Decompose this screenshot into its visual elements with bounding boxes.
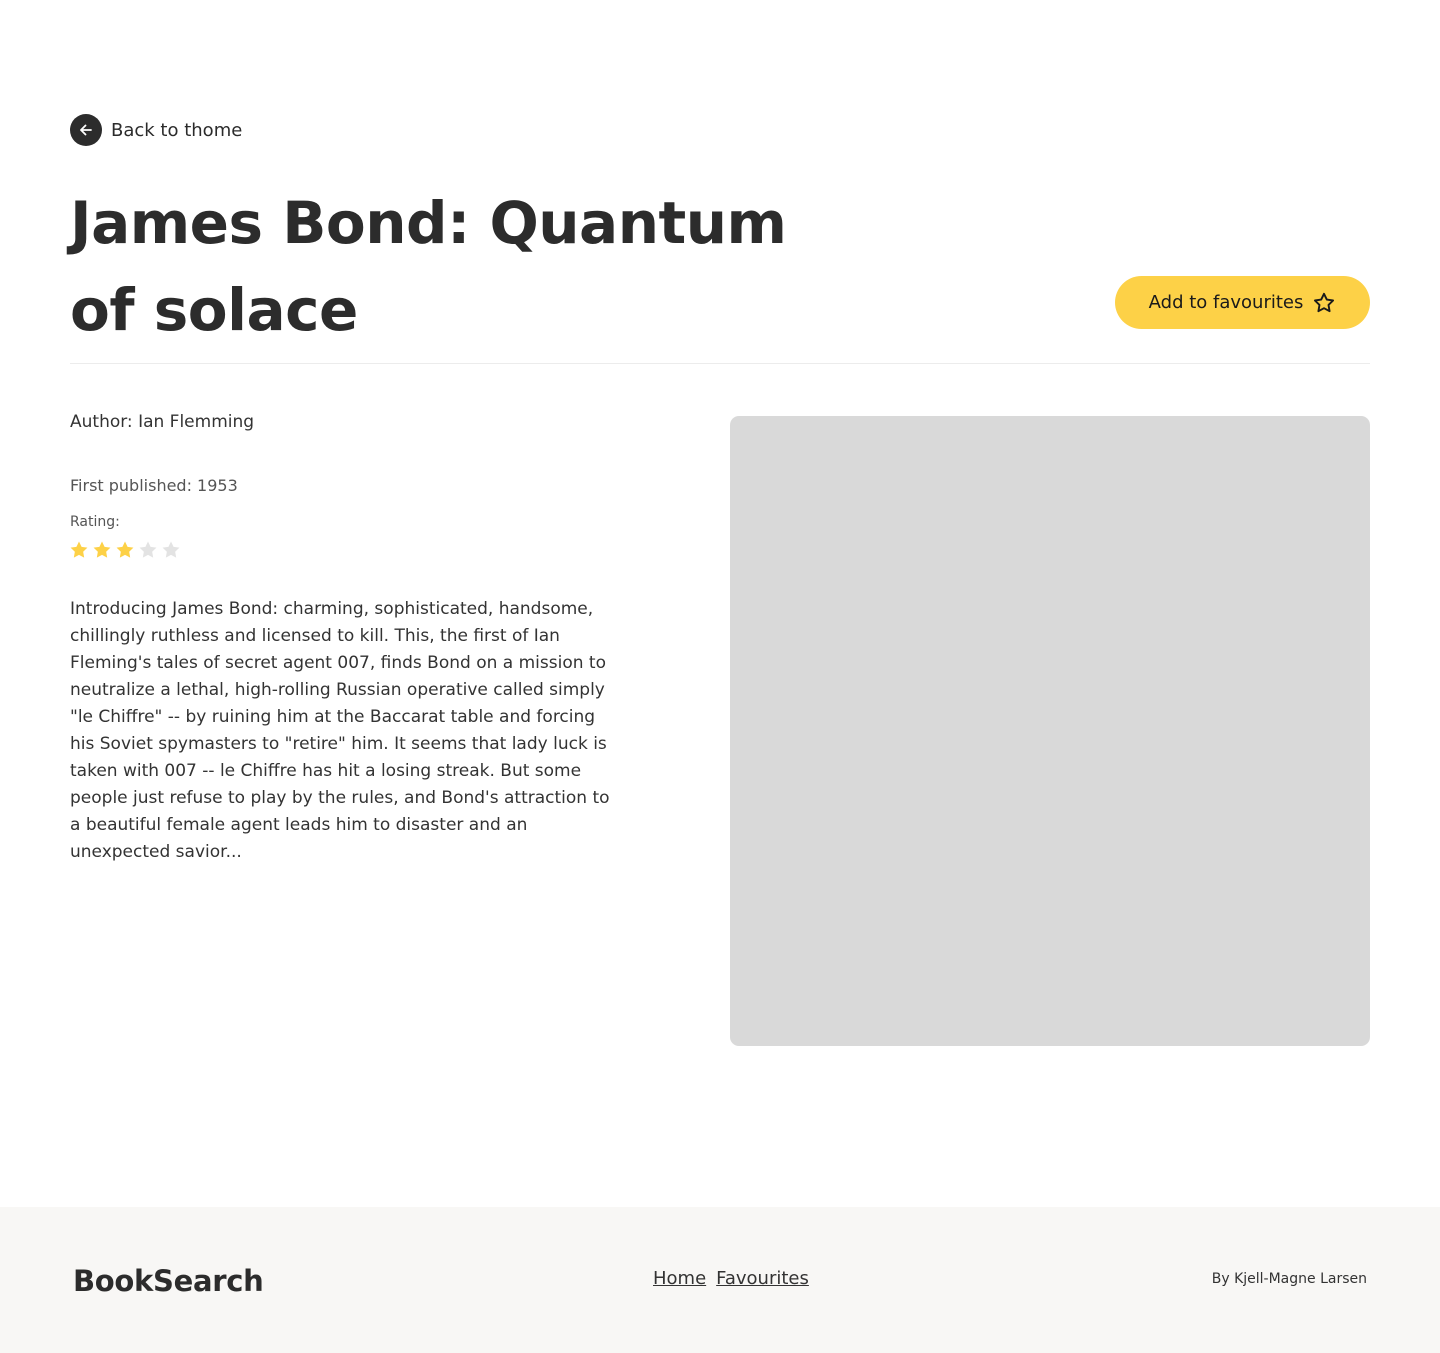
star-filled-icon: [93, 541, 111, 558]
footer-credit: By Kjell-Magne Larsen: [1211, 1271, 1367, 1287]
back-to-home-link[interactable]: Back to thome: [70, 114, 242, 146]
arrow-left-icon: [70, 114, 102, 146]
favourite-button-label: Add to favourites: [1148, 292, 1304, 313]
star-filled-icon: [70, 541, 88, 558]
footer-link-home[interactable]: Home: [653, 1268, 706, 1289]
back-link-label: Back to thome: [111, 119, 243, 141]
star-filled-icon: [116, 541, 134, 558]
first-published: First published: 1953: [70, 476, 238, 495]
footer-nav: Home Favourites: [653, 1268, 809, 1289]
add-to-favourites-button[interactable]: Add to favourites: [1115, 276, 1370, 329]
footer-brand-logo[interactable]: BookSearch: [73, 1264, 264, 1298]
star-empty-icon: [139, 541, 157, 558]
book-title: James Bond: Quantum of solace: [70, 189, 787, 344]
star-empty-icon: [162, 541, 180, 558]
rating-label: Rating:: [70, 514, 120, 530]
footer-link-favourites[interactable]: Favourites: [716, 1268, 809, 1289]
title-divider: [70, 363, 1370, 364]
rating-stars: [69, 540, 181, 560]
star-outline-icon: [1314, 292, 1335, 312]
book-cover-image: [730, 416, 1370, 1046]
book-author: Author: Ian Flemming: [70, 412, 255, 432]
book-description: Introducing James Bond: charming, sophis…: [70, 599, 610, 862]
footer: BookSearch Home Favourites By Kjell-Magn…: [0, 1207, 1440, 1353]
